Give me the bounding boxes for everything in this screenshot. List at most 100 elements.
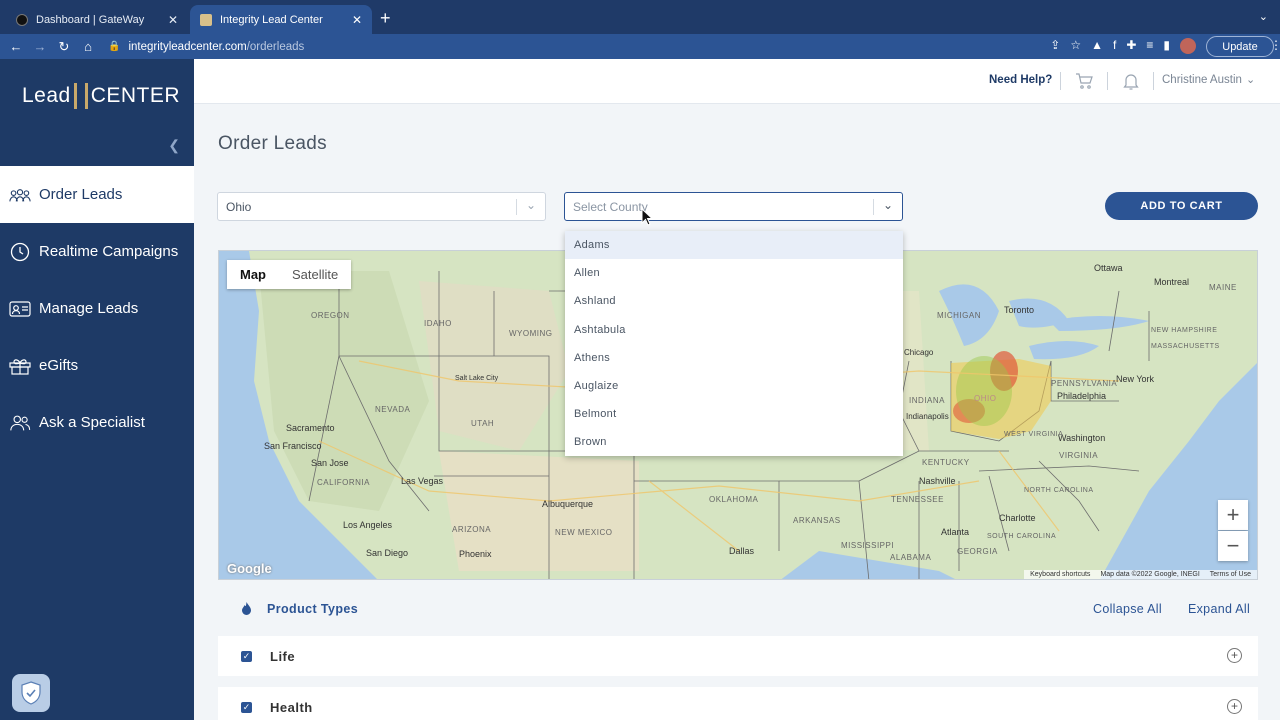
reload-icon[interactable]: ↻ [52, 39, 76, 55]
sidebar-item-ask-a-specialist[interactable]: Ask a Specialist [0, 394, 194, 451]
share-icon[interactable]: ⇪ [1050, 38, 1060, 54]
side-panel-icon[interactable]: ▮ [1163, 38, 1170, 54]
map-city-label: Nashville [919, 476, 956, 486]
map-type-map[interactable]: Map [227, 260, 279, 289]
terms-of-use-link[interactable]: Terms of Use [1210, 571, 1251, 578]
map-state-label: CALIFORNIA [317, 478, 371, 487]
map-city-label: San Francisco [264, 441, 322, 451]
browser-tab-dashboard[interactable]: Dashboard | GateWay ✕ [6, 5, 188, 34]
product-type-label: Life [270, 649, 296, 664]
dropdown-option[interactable]: Allen [565, 259, 903, 287]
sidebar-item-label: Manage Leads [39, 300, 139, 317]
expand-plus-icon[interactable]: + [1227, 699, 1242, 714]
map-state-label: MICHIGAN [937, 311, 981, 320]
sidebar-item-label: Realtime Campaigns [39, 243, 179, 260]
map-state-label: INDIANA [909, 396, 945, 405]
back-icon[interactable]: ← [4, 39, 28, 54]
county-dropdown: Adams Allen Ashland Ashtabula Athens Aug… [565, 231, 903, 456]
dropdown-option[interactable]: Athens [565, 344, 903, 372]
health-checkbox[interactable]: ✓ [241, 702, 252, 713]
header-divider [1153, 72, 1154, 90]
shield-icon[interactable] [12, 674, 50, 712]
map-city-label: San Jose [311, 458, 349, 468]
puzzle-icon[interactable]: ✚ [1126, 38, 1136, 54]
close-icon[interactable]: ✕ [168, 13, 178, 27]
sidebar-item-manage-leads[interactable]: Manage Leads [0, 280, 194, 337]
chevron-down-icon[interactable]: ⌄ [883, 198, 893, 212]
dropdown-option[interactable]: Ashland [565, 287, 903, 315]
dropdown-option[interactable]: Adams [565, 231, 903, 260]
map-state-label: MASSACHUSETTS [1151, 343, 1220, 350]
product-type-row-health[interactable]: ✓ Health + [218, 687, 1258, 720]
map-city-label: Charlotte [999, 513, 1036, 523]
zoom-out-button[interactable]: − [1218, 531, 1248, 561]
reading-list-icon[interactable]: ≡ [1146, 38, 1153, 54]
map-type-toggle: Map Satellite [227, 260, 352, 289]
menu-dots-icon[interactable]: ⋮ [1270, 38, 1280, 52]
dropdown-option[interactable]: Belmont [565, 400, 903, 428]
forward-icon[interactable]: → [28, 39, 52, 54]
collapse-all-button[interactable]: Collapse All [1093, 602, 1162, 616]
map-state-label: NEVADA [375, 405, 411, 414]
map-state-label: MAINE [1209, 283, 1237, 292]
browser-tab-integrity[interactable]: Integrity Lead Center ✕ [190, 5, 372, 34]
map-state-label: OREGON [311, 311, 350, 320]
address-bar[interactable]: 🔒 integrityleadcenter.com/orderleads [108, 37, 1008, 56]
lead-center-logo[interactable]: Lead CENTER [22, 83, 180, 109]
bell-icon[interactable] [1123, 73, 1139, 95]
map-state-label: UTAH [471, 419, 495, 428]
map-state-label: WYOMING [509, 329, 553, 338]
new-tab-icon[interactable]: + [380, 8, 391, 29]
expand-all-button[interactable]: Expand All [1188, 602, 1250, 616]
product-type-row-life[interactable]: ✓ Life + [218, 636, 1258, 676]
state-select[interactable]: Ohio ⌄ [217, 192, 546, 221]
browser-toolbar: ← → ↻ ⌂ 🔒 integrityleadcenter.com/orderl… [0, 34, 1280, 59]
map-attribution: Keyboard shortcuts Map data ©2022 Google… [1024, 570, 1257, 579]
update-button[interactable]: Update [1206, 36, 1274, 57]
sidebar-item-order-leads[interactable]: Order Leads [0, 166, 194, 223]
close-icon[interactable]: ✕ [352, 13, 362, 27]
profile-avatar[interactable] [1180, 38, 1196, 54]
state-select-value: Ohio [226, 199, 252, 214]
keyboard-shortcuts-link[interactable]: Keyboard shortcuts [1030, 571, 1090, 578]
google-logo[interactable]: Google [227, 561, 272, 576]
life-checkbox[interactable]: ✓ [241, 651, 252, 662]
expand-plus-icon[interactable]: + [1227, 648, 1242, 663]
map-state-label: ALABAMA [890, 553, 932, 562]
dropdown-option[interactable]: Brown [565, 428, 903, 456]
product-types-title: Product Types [267, 602, 359, 616]
map-state-label: TENNESSEE [891, 495, 944, 504]
dropdown-option[interactable]: Ashtabula [565, 316, 903, 344]
dropdown-option[interactable]: Auglaize [565, 372, 903, 400]
star-icon[interactable]: ☆ [1070, 38, 1081, 54]
map-type-satellite[interactable]: Satellite [279, 260, 351, 289]
tab-title: Integrity Lead Center [220, 13, 323, 26]
home-icon[interactable]: ⌂ [76, 39, 100, 54]
drive-extension-icon[interactable]: ▲ [1091, 38, 1103, 54]
add-to-cart-button[interactable]: ADD TO CART [1105, 192, 1258, 220]
map-city-label: New York [1116, 374, 1155, 384]
cart-icon[interactable] [1075, 73, 1093, 94]
sidebar-item-egifts[interactable]: eGifts [0, 337, 194, 394]
map-state-label: GEORGIA [957, 547, 998, 556]
map-city-label: Albuquerque [542, 499, 594, 509]
map-city-label: Dallas [729, 546, 755, 556]
chevron-down-icon[interactable]: ⌄ [1259, 10, 1268, 23]
chevron-down-icon[interactable]: ⌄ [1246, 73, 1255, 86]
select-divider [516, 199, 517, 215]
map-state-label: OKLAHOMA [709, 495, 759, 504]
need-help-link[interactable]: Need Help? [989, 74, 1052, 86]
sidebar: Lead CENTER ❮ Order Leads Realtime Campa… [0, 59, 194, 720]
header-divider [1060, 72, 1061, 90]
facebook-extension-icon[interactable]: f [1113, 38, 1116, 54]
user-menu[interactable]: Christine Austin [1162, 74, 1242, 86]
select-divider [873, 199, 874, 215]
people-group-icon [9, 186, 31, 204]
county-select[interactable]: Select County ⌄ [564, 192, 903, 221]
map-state-label: IDAHO [424, 319, 452, 328]
zoom-in-button[interactable]: + [1218, 500, 1248, 530]
map-state-label: NEW MEXICO [555, 528, 613, 537]
chevron-down-icon[interactable]: ⌄ [526, 198, 536, 212]
collapse-sidebar-icon[interactable]: ❮ [168, 137, 180, 154]
sidebar-item-realtime-campaigns[interactable]: Realtime Campaigns [0, 223, 194, 280]
